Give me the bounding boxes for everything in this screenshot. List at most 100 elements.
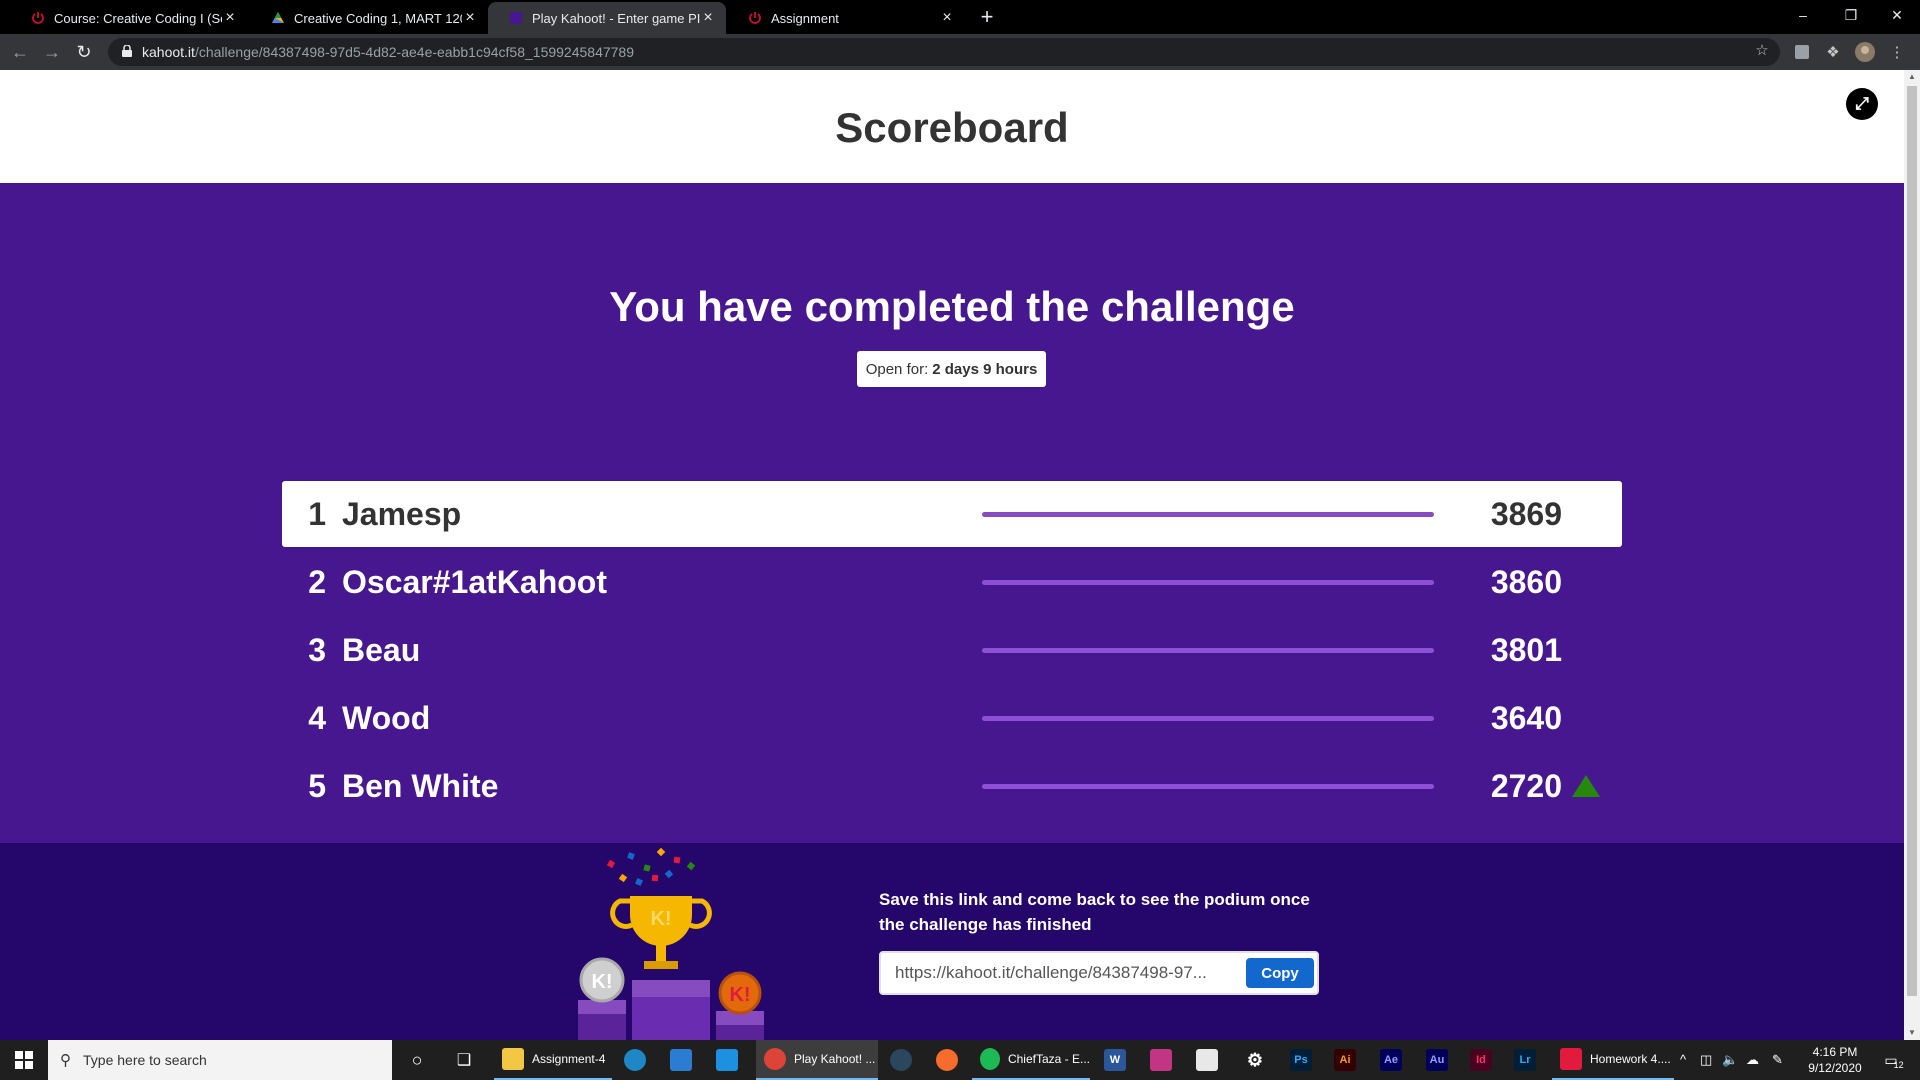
close-tab-icon[interactable]: × [700,9,716,27]
close-tab-icon[interactable]: × [462,9,478,27]
pen-icon[interactable]: ✎ [1772,1052,1783,1068]
score-bar-fill [982,784,1434,789]
windows-logo-icon [15,1051,33,1069]
close-tab-icon[interactable]: × [222,9,238,27]
player-rank: 3 [308,632,326,668]
taskbar-item-chrome[interactable]: Play Kahoot! ... [756,1040,878,1080]
tab-assignment[interactable]: Assignment × [727,2,965,34]
audition-icon: Au [1426,1049,1448,1071]
trend-up-arrow-icon [1572,775,1600,797]
extension-icon[interactable] [1792,42,1812,62]
score-bar-fill [982,512,1434,517]
tab-title: Play Kahoot! - Enter game PI [532,10,700,26]
taskbar-illustrator[interactable]: Ai [1334,1040,1356,1080]
taskbar-search[interactable]: ⚲ Type here to search [48,1040,392,1080]
profile-avatar[interactable] [1855,42,1875,62]
taskbar-paint[interactable] [1196,1040,1218,1080]
volume-icon[interactable]: 🔈 [1722,1052,1738,1068]
player-name: Beau [342,632,421,668]
taskbar-edge[interactable] [624,1040,646,1080]
share-link-input[interactable] [895,963,1240,983]
notification-center[interactable]: ▭ 12 [1876,1040,1912,1080]
address-bar[interactable]: kahoot.it/challenge/84387498-97d5-4d82-a… [108,38,1780,66]
minimize-icon[interactable]: – [1780,0,1826,30]
close-tab-icon[interactable]: × [939,9,955,27]
bookmark-star-icon[interactable]: ☆ [1752,40,1772,60]
fullscreen-exit-icon[interactable]: ⤢ [1846,88,1878,120]
player-rank: 4 [308,700,326,736]
score-bar-fill [982,580,1434,585]
taskbar-steam[interactable] [890,1040,912,1080]
taskbar-instagram[interactable] [1150,1040,1172,1080]
tab-creative-coding[interactable]: Creative Coding 1, MART 120 | H × [250,2,488,34]
open-for-badge: Open for: 2 days 9 hours [857,351,1046,387]
network-icon[interactable]: ◫ [1700,1052,1712,1068]
scrollbar-thumb[interactable] [1907,86,1917,996]
player-score: 3801 [1490,632,1562,668]
score-bar [982,580,1434,585]
player-rank: 1 [308,496,326,532]
save-link-message: Save this link and come back to see the … [879,890,1310,934]
player-score: 3860 [1490,564,1562,600]
paint-icon [1196,1049,1218,1071]
tab-course[interactable]: Course: Creative Coding I (Sect: 5 × [10,2,248,34]
taskbar-word[interactable]: W [1104,1040,1126,1080]
taskbar-mail[interactable] [716,1040,738,1080]
podium-footer: K! K! K! Save this link and come back to… [0,843,1904,1040]
lock-icon [122,44,132,60]
taskbar-item-label: Assignment-4 [532,1052,606,1066]
page-scrollbar[interactable]: ▲ ▼ [1904,70,1920,1040]
start-button[interactable] [0,1040,48,1080]
tab-title: Creative Coding 1, MART 120 | H [294,10,462,26]
tray-overflow-icon[interactable]: ^ [1680,1052,1686,1067]
scroll-up-arrow-icon[interactable]: ▲ [1904,70,1920,84]
cortana-icon[interactable]: ○ [402,1040,432,1080]
page-title: Scoreboard [835,104,1069,151]
close-window-icon[interactable]: ✕ [1874,0,1920,30]
player-name: Wood [342,700,431,736]
taskbar-item-spotify[interactable]: ChiefTaza - E... [972,1040,1090,1080]
new-tab-icon[interactable]: + [975,4,999,30]
taskbar-indesign[interactable]: Id [1470,1040,1492,1080]
player-rank: 2 [308,564,326,600]
onedrive-icon[interactable]: ☁ [1746,1052,1759,1068]
player-score: 2720 [1490,768,1562,804]
page-header: Scoreboard ⤢ [0,70,1904,183]
score-bar [982,784,1434,789]
windows-taskbar: ⚲ Type here to search ○ ❑ Assignment-4 P… [0,1040,1920,1080]
reload-icon[interactable]: ↻ [72,40,96,64]
taskbar-item-pdf[interactable]: Homework 4.... [1552,1040,1674,1080]
menu-kebab-icon[interactable]: ⋮ [1887,42,1907,62]
back-icon[interactable]: ← [8,40,32,64]
taskbar-item-label: Homework 4.... [1590,1052,1671,1066]
player-row: 1 Jamesp 3869 [282,481,1622,547]
instagram-icon [1150,1049,1172,1071]
taskbar-lightroom[interactable]: Lr [1514,1040,1536,1080]
extensions-puzzle-icon[interactable]: ❖ [1823,42,1843,62]
tab-play-kahoot[interactable]: Play Kahoot! - Enter game PI × [488,2,726,34]
player-score: 3640 [1490,700,1562,736]
gear-icon: ⚙ [1246,1049,1264,1070]
taskbar-origin[interactable] [936,1040,958,1080]
taskbar-item-explorer[interactable]: Assignment-4 [494,1040,612,1080]
taskbar-settings[interactable]: ⚙ [1244,1040,1266,1080]
player-row: 3 Beau 3801 [282,617,1622,683]
taskbar-aftereffects[interactable]: Ae [1380,1040,1402,1080]
restore-icon[interactable]: ❐ [1828,0,1874,30]
pdf-icon [1560,1048,1582,1070]
taskbar-audition[interactable]: Au [1426,1040,1448,1080]
copy-button[interactable]: Copy [1246,958,1314,988]
notification-count: 12 [1893,1060,1904,1070]
task-view-icon[interactable]: ❑ [450,1040,478,1080]
steam-icon [890,1049,912,1071]
taskbar-item-label: Play Kahoot! ... [794,1052,876,1066]
taskbar-photoshop[interactable]: Ps [1290,1040,1312,1080]
chrome-icon [764,1048,786,1070]
taskbar-store[interactable] [670,1040,692,1080]
mail-icon [716,1049,738,1071]
forward-icon[interactable]: → [40,40,64,64]
clock-date: 9/12/2020 [1808,1061,1862,1075]
system-clock[interactable]: 4:16 PM 9/12/2020 [1800,1044,1870,1076]
score-bar [982,648,1434,653]
scroll-down-arrow-icon[interactable]: ▼ [1904,1026,1920,1040]
